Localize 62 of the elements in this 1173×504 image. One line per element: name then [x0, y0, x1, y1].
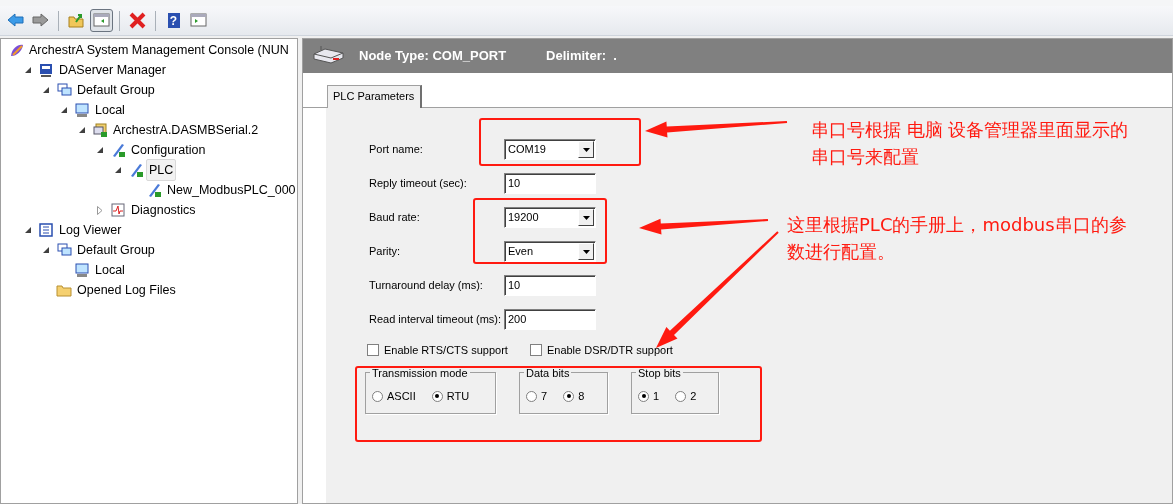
dropdown-arrow-icon — [582, 249, 590, 254]
computer-icon — [74, 102, 90, 118]
radio-label: 1 — [653, 388, 660, 404]
pen-icon — [110, 142, 126, 158]
panel-button[interactable] — [90, 9, 113, 32]
collapse-icon[interactable] — [114, 166, 122, 174]
checkbox-label: Enable DSR/DTR support — [546, 342, 673, 358]
node-type-label: Node Type: COM_PORT — [359, 47, 507, 66]
input-field[interactable]: 10 — [504, 173, 596, 194]
collapse-icon[interactable] — [42, 246, 50, 254]
server-icon — [38, 62, 54, 78]
collapse-icon[interactable] — [78, 126, 86, 134]
device-icon — [311, 46, 347, 66]
tab[interactable]: PLC Parameters — [327, 85, 423, 108]
console-icon — [8, 42, 24, 58]
radio-label: 2 — [690, 388, 697, 404]
collapse-icon[interactable] — [24, 66, 32, 74]
dropdown[interactable]: COM19 — [504, 139, 596, 160]
log-icon — [38, 222, 54, 238]
pen-icon — [128, 162, 144, 178]
collapse-icon[interactable] — [60, 106, 68, 114]
checkbox-label: Enable RTS/CTS support — [384, 342, 508, 358]
computers-icon — [56, 82, 72, 98]
server-icon — [92, 122, 108, 138]
chart-icon — [110, 202, 126, 218]
radio-label: RTU — [446, 388, 470, 404]
annotation-note: 这里根据PLC的手册上，modbus串口的参数进行配置。 — [787, 213, 1128, 264]
annotation-note: 串口号根据 电脑 设备管理器里面显示的串口号来配置 — [811, 118, 1130, 169]
computer-icon — [74, 262, 90, 278]
field-label: Reply timeout (sec): — [369, 176, 468, 192]
checkbox[interactable] — [529, 343, 542, 356]
dropdown[interactable]: Even — [504, 241, 596, 262]
field-label: Read interval timeout (ms): — [369, 312, 503, 328]
field-label: Parity: — [369, 244, 402, 260]
help-button[interactable]: ? — [162, 9, 185, 32]
expand-icon[interactable] — [97, 205, 103, 215]
collapse-icon[interactable] — [96, 146, 104, 154]
radio-button[interactable] — [638, 390, 649, 402]
radio-label: 8 — [578, 388, 585, 404]
radio-button[interactable] — [526, 390, 537, 402]
radio-label: ASCII — [387, 388, 416, 404]
radio-label: 7 — [541, 388, 548, 404]
collapse-icon[interactable] — [24, 226, 32, 234]
dropdown-arrow-icon — [582, 147, 590, 152]
field-label: Port name: — [369, 142, 424, 158]
folder-icon — [56, 282, 72, 298]
field-label: Turnaround delay (ms): — [369, 278, 484, 294]
computers-icon — [56, 242, 72, 258]
radio-button[interactable] — [675, 390, 687, 402]
radio-button[interactable] — [563, 390, 575, 402]
delimiter-label: Delimiter: . — [546, 47, 617, 66]
input-field[interactable]: 200 — [504, 309, 596, 330]
input-field[interactable]: 10 — [504, 275, 596, 296]
pen-icon — [146, 182, 162, 198]
collapse-icon[interactable] — [42, 86, 50, 94]
tree-item[interactable]: PLC — [146, 158, 177, 182]
field-label: Baud rate: — [369, 210, 421, 226]
checkbox[interactable] — [367, 343, 379, 356]
radio-button[interactable] — [431, 390, 443, 402]
radio-button[interactable] — [372, 390, 383, 402]
dropdown[interactable]: 19200 — [504, 207, 596, 228]
dropdown-arrow-icon — [582, 215, 590, 220]
